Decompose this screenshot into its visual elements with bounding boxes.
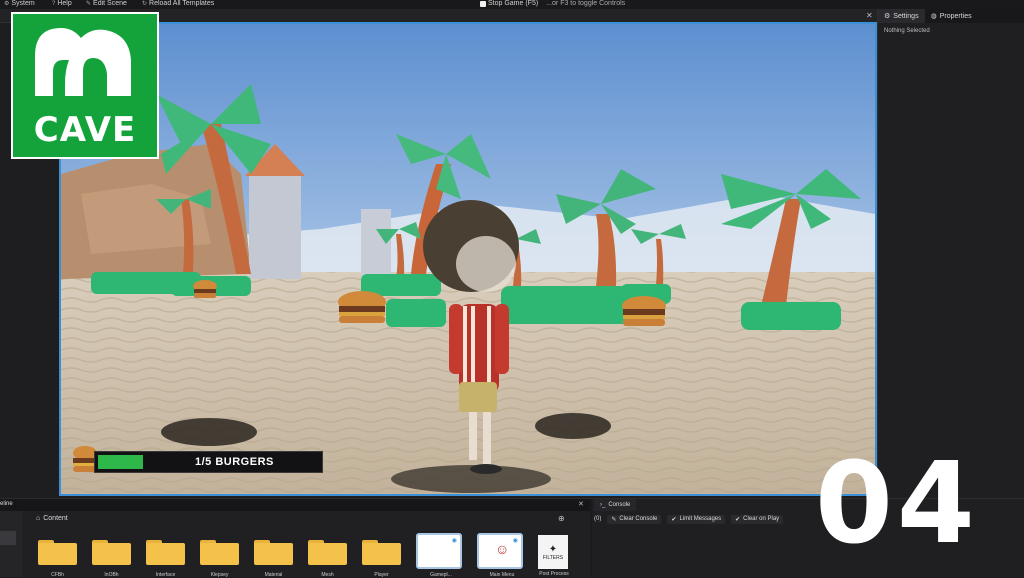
template-label: Main Menu [489, 572, 515, 578]
tab-properties[interactable]: ◍ Properties [925, 9, 978, 23]
console-tab-label: Console [608, 502, 631, 508]
clear-console-label: Clear Console [619, 516, 658, 522]
template-main-menu[interactable]: ☺ ◉ Main Menu [477, 533, 523, 578]
console-count: (0) [594, 516, 602, 522]
menu-system-label: System [11, 0, 35, 7]
menu-reload-templates[interactable]: ↻ Reload All Templates [142, 0, 214, 8]
content-title: Content [43, 515, 68, 522]
folder-item[interactable]: Material [254, 537, 293, 578]
burger-count-text: 1/5 BURGERS [195, 456, 274, 468]
clear-on-play-toggle[interactable]: ✔ Clear on Play [731, 514, 784, 524]
home-icon: ⌂ [36, 515, 41, 522]
console-toolbar: (0) ✎ Clear Console ✔ Limit Messages ✔ C… [592, 513, 784, 525]
selection-status: Nothing Selected [884, 28, 930, 34]
clear-on-play-label: Clear on Play [743, 516, 780, 522]
cave-logo: CAVE [11, 12, 159, 159]
content-header: ⌂ Content [36, 515, 68, 522]
content-browser: ⌂ Content ⊕ CFBh InOBh Interface Klepsey… [22, 511, 590, 578]
cave-arch-icon [35, 28, 131, 96]
menu-help-label: Help [57, 0, 72, 7]
character-thumb-icon: ☺ [495, 541, 510, 557]
folder-item[interactable]: InOBh [92, 537, 131, 578]
template-gameplay[interactable]: ◉ Gamepl... [416, 533, 462, 578]
menu-reload-label: Reload All Templates [149, 0, 215, 7]
burger-hud: 1/5 BURGERS [72, 445, 324, 475]
folder-label: InOBh [104, 572, 119, 578]
folder-item[interactable]: Klepsey [200, 537, 239, 578]
help-icon: ? [52, 1, 56, 7]
folder-item[interactable]: Player [362, 537, 401, 578]
stop-game-toggle[interactable]: Stop Game (F5) ...or F3 to toggle Contro… [480, 0, 625, 8]
folder-label: Mesh [321, 572, 334, 578]
pencil-icon: ✎ [86, 1, 92, 7]
limit-messages-label: Limit Messages [679, 516, 722, 522]
folder-item[interactable]: Mesh [308, 537, 347, 578]
filters-label: FILTERS [542, 554, 564, 561]
globe-icon: ◍ [930, 13, 937, 20]
checkmark-icon: ✔ [735, 516, 741, 523]
inspector-panel: ✕ ⚙ Settings ◍ Properties Nothing Select… [866, 9, 1024, 498]
game-scene [61, 24, 875, 494]
zoom-icon[interactable]: ⊕ [558, 514, 565, 523]
template-icon: ◉ [451, 538, 457, 544]
inspector-tabs: ✕ ⚙ Settings ◍ Properties [866, 9, 1024, 23]
toggle-hint: ...or F3 to toggle Controls [546, 0, 626, 7]
template-label: Gamepl... [430, 572, 452, 578]
system-icon: ⚙ [4, 1, 10, 7]
folder-label: Klepsey [210, 572, 229, 578]
menu-system[interactable]: ⚙ System [4, 0, 35, 8]
folder-label: Interface [155, 572, 176, 578]
post-process-label: Post Process [539, 571, 569, 577]
episode-number: 04 [815, 439, 979, 569]
folder-label: CFBh [51, 572, 64, 578]
close-icon[interactable]: ✕ [866, 11, 873, 20]
menu-help[interactable]: ? Help [52, 0, 72, 8]
reload-icon: ↻ [142, 1, 148, 7]
checkmark-icon: ✔ [671, 516, 677, 523]
menu-edit-scene[interactable]: ✎ Edit Scene [86, 0, 127, 8]
cave-logo-text: CAVE [33, 110, 137, 150]
tab-settings[interactable]: ⚙ Settings [878, 9, 925, 23]
post-process-item[interactable]: ✦ FILTERS Post Process [538, 535, 569, 577]
content-items: CFBh InOBh Interface Klepsey Material Me… [38, 533, 569, 578]
menu-edit-scene-label: Edit Scene [93, 0, 127, 7]
folder-item[interactable]: CFBh [38, 537, 77, 578]
burger-progress-fill [98, 455, 143, 469]
template-icon: ◉ [512, 538, 518, 544]
broom-icon: ✎ [611, 516, 617, 523]
folder-label: Player [374, 572, 389, 578]
clear-console-button[interactable]: ✎ Clear Console [607, 514, 662, 524]
game-viewport[interactable] [59, 22, 877, 496]
stop-game-label: Stop Game (F5) [488, 0, 539, 7]
terminal-icon: ›_ [600, 502, 606, 508]
tab-console[interactable]: ›_ Console [594, 499, 637, 511]
limit-messages-toggle[interactable]: ✔ Limit Messages [667, 514, 726, 524]
side-tool[interactable] [0, 531, 16, 545]
stop-game-checkbox[interactable] [480, 1, 486, 7]
burger-progress-bar: 1/5 BURGERS [94, 451, 323, 473]
gear-icon: ⚙ [884, 13, 891, 20]
close-content-icon[interactable]: ✕ [578, 500, 584, 508]
left-side-strip [0, 511, 22, 577]
folder-item[interactable]: Interface [146, 537, 185, 578]
folder-label: Material [264, 572, 283, 578]
tab-properties-label: Properties [939, 12, 972, 20]
tab-settings-label: Settings [893, 12, 919, 20]
tab-timeline[interactable]: eline [0, 501, 13, 507]
menu-bar: ⚙ System ? Help ✎ Edit Scene ↻ Reload Al… [0, 0, 1024, 9]
bottom-tabs: eline ✕ [0, 499, 590, 511]
sparkle-icon: ✦ [548, 543, 558, 555]
